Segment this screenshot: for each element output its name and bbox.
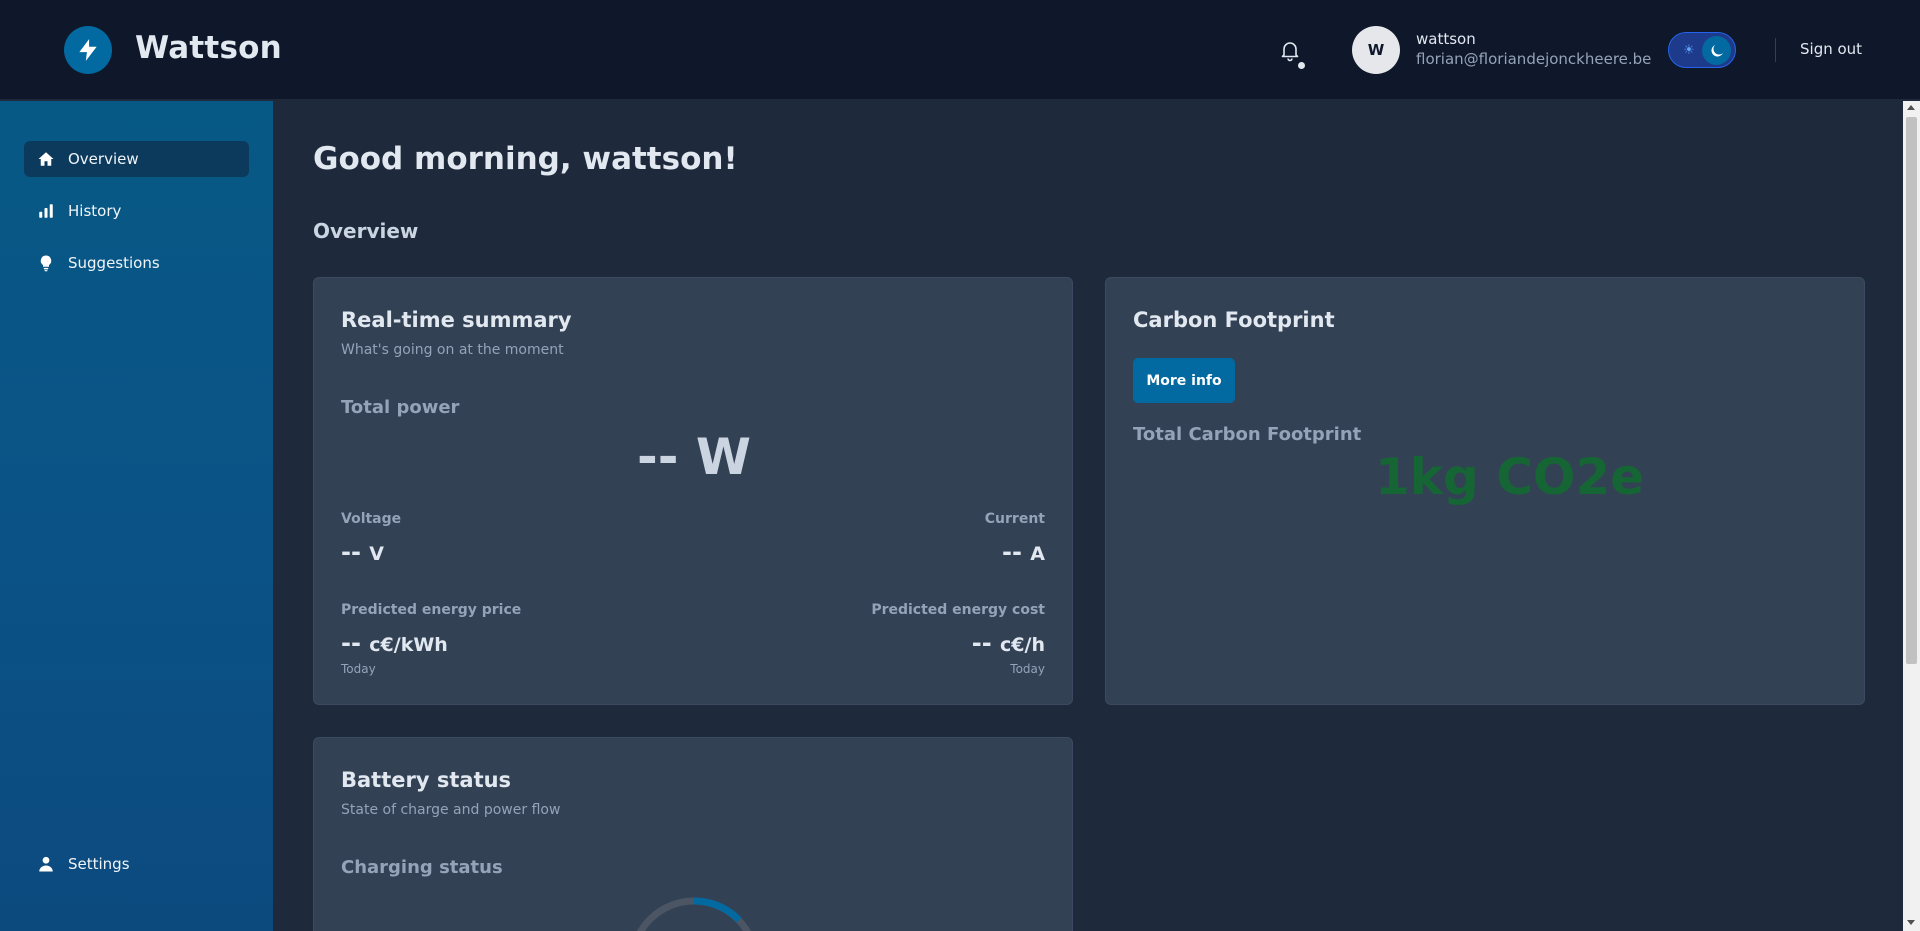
price-value: -- c€/kWh (341, 629, 448, 657)
sidebar-item-label: Suggestions (68, 254, 160, 272)
realtime-summary-card: Real-time summary What's going on at the… (313, 277, 1073, 705)
card-subtitle: State of charge and power flow (341, 802, 561, 818)
price-note: Today (341, 662, 376, 676)
price-number: -- (341, 629, 361, 657)
lightbulb-icon (24, 245, 68, 281)
scroll-up-arrow-icon[interactable] (1907, 105, 1915, 110)
moon-icon (1702, 36, 1731, 65)
bell-icon[interactable] (1278, 38, 1302, 62)
total-carbon-label: Total Carbon Footprint (1133, 424, 1362, 445)
battery-gauge (636, 897, 752, 931)
page-title: Good morning, wattson! (313, 141, 738, 177)
charging-status-label: Charging status (341, 857, 503, 878)
cost-number: -- (971, 629, 992, 657)
voltage-unit: V (369, 543, 384, 565)
cost-unit: c€/h (1000, 634, 1045, 656)
sidebar-item-label: History (68, 202, 122, 220)
sidebar-item-settings[interactable]: Settings (24, 846, 249, 882)
user-name: wattson (1416, 30, 1476, 48)
total-carbon-value: 1kg CO2e (1375, 448, 1645, 506)
voltage-label: Voltage (341, 511, 402, 527)
sidebar-item-label: Overview (68, 150, 139, 168)
notification-dot (1298, 62, 1305, 69)
card-title: Real-time summary (341, 308, 572, 332)
current-number: -- (1002, 538, 1022, 566)
price-label: Predicted energy price (341, 602, 522, 618)
voltage-value: -- V (341, 538, 384, 566)
total-power-value: -- W (636, 428, 752, 486)
scroll-down-arrow-icon[interactable] (1907, 920, 1915, 925)
sidebar-item-label: Settings (68, 855, 130, 873)
voltage-number: -- (341, 538, 361, 566)
sun-icon: ☀ (1683, 42, 1695, 58)
avatar[interactable]: W (1352, 26, 1400, 74)
current-label: Current (984, 511, 1045, 527)
battery-status-card: Battery status State of charge and power… (313, 737, 1073, 931)
main-content: Good morning, wattson! Overview Real-tim… (273, 101, 1903, 931)
top-header: Wattson W wattson florian@floriandejonck… (0, 0, 1920, 100)
theme-toggle[interactable]: ☀ (1668, 32, 1736, 68)
current-value: -- A (1002, 538, 1045, 566)
cost-value: -- c€/h (972, 629, 1045, 657)
card-title: Carbon Footprint (1133, 308, 1335, 332)
lightning-bolt-icon[interactable] (64, 26, 112, 74)
scrollbar[interactable] (1903, 101, 1920, 931)
scrollbar-thumb[interactable] (1906, 117, 1917, 664)
current-unit: A (1030, 543, 1045, 565)
more-info-button[interactable]: More info (1133, 358, 1235, 403)
total-power-label: Total power (341, 397, 460, 418)
card-subtitle: What's going on at the moment (341, 342, 564, 358)
bar-chart-icon (24, 193, 68, 229)
sidebar: Overview History Suggestions Settings (0, 101, 273, 931)
section-title: Overview (313, 219, 419, 243)
sidebar-item-history[interactable]: History (24, 193, 249, 229)
price-unit: c€/kWh (369, 634, 448, 656)
home-icon (24, 141, 68, 177)
sidebar-item-overview[interactable]: Overview (24, 141, 249, 177)
user-icon (24, 846, 68, 882)
sidebar-item-suggestions[interactable]: Suggestions (24, 245, 249, 281)
header-divider (1775, 38, 1776, 62)
cost-note: Today (1010, 662, 1045, 676)
card-title: Battery status (341, 768, 512, 792)
user-email: florian@floriandejonckheere.be (1416, 50, 1652, 68)
sign-out-link[interactable]: Sign out (1800, 40, 1862, 58)
brand-name[interactable]: Wattson (135, 30, 282, 66)
carbon-footprint-card: Carbon Footprint More info Total Carbon … (1105, 277, 1865, 705)
cost-label: Predicted energy cost (871, 602, 1045, 618)
